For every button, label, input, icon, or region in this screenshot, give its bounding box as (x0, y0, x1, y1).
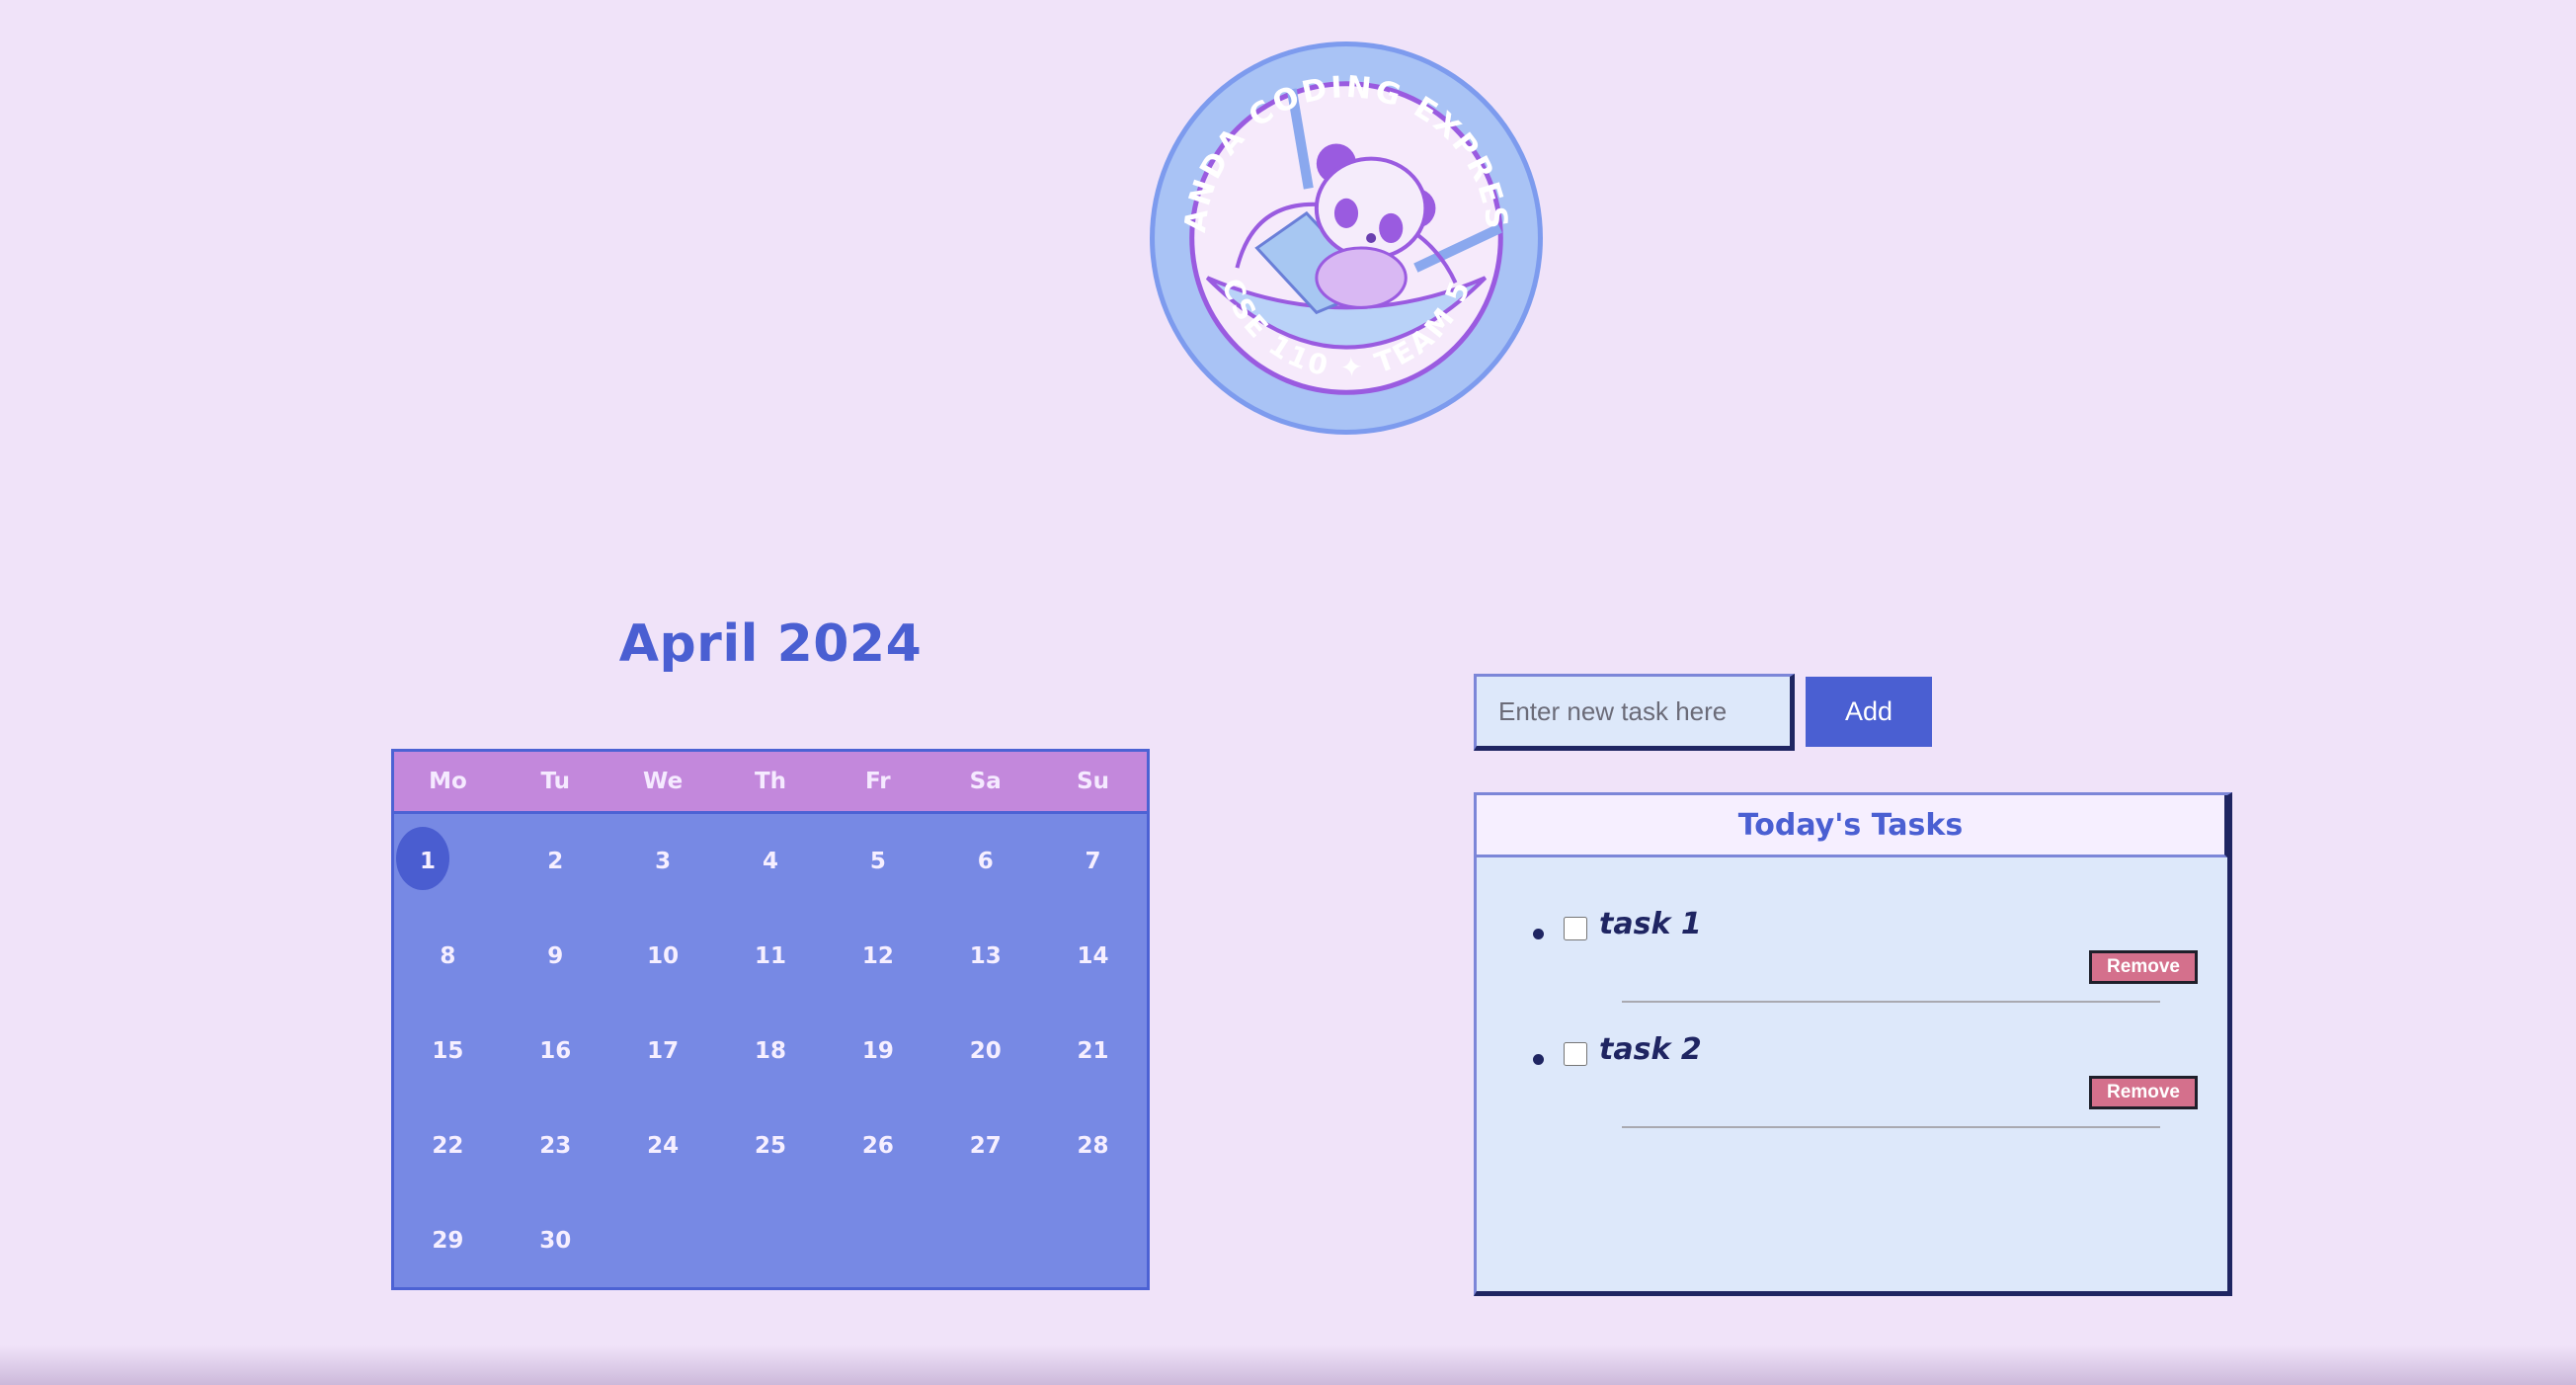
task-divider (1622, 1001, 2160, 1003)
calendar-day-grid: 1 2 3 4 5 6 7 8 9 10 11 12 13 14 15 16 17 18 19 20 21 22 23 24 2… (394, 814, 1147, 1288)
weekday-label: We (643, 769, 684, 794)
calendar-day-number: 13 (969, 943, 1002, 969)
weekday-label: Sa (969, 769, 1002, 794)
calendar-day[interactable]: 13 (931, 909, 1039, 1004)
calendar-day[interactable]: 23 (502, 1099, 609, 1193)
calendar-day[interactable]: 15 (394, 1004, 502, 1099)
calendar-day-number: 24 (647, 1133, 680, 1159)
calendar-day-number: 1 (420, 849, 437, 874)
calendar-day[interactable]: 14 (1039, 909, 1147, 1004)
add-task-button[interactable]: Add (1806, 677, 1932, 747)
calendar-day-number: 30 (539, 1228, 572, 1254)
calendar-day-number: 6 (977, 849, 994, 874)
calendar-day-number: 22 (432, 1133, 464, 1159)
weekday-label: Th (754, 769, 787, 794)
weekday-label: Su (1077, 769, 1110, 794)
calendar-day[interactable]: 18 (717, 1004, 825, 1099)
task-item: task 1 Remove (1477, 901, 2227, 1019)
calendar-day[interactable]: 29 (394, 1193, 502, 1288)
calendar-day[interactable]: 12 (824, 909, 931, 1004)
calendar-day[interactable]: 6 (931, 814, 1039, 909)
calendar-day-number: 12 (861, 943, 894, 969)
calendar-day[interactable]: 16 (502, 1004, 609, 1099)
calendar-day-number: 29 (432, 1228, 464, 1254)
calendar-day[interactable]: 11 (717, 909, 825, 1004)
calendar-day[interactable]: 4 (717, 814, 825, 909)
task-checkbox[interactable] (1564, 1042, 1587, 1066)
calendar-month-title: April 2024 (618, 614, 923, 674)
calendar-day-number: 25 (754, 1133, 786, 1159)
calendar-day-number: 2 (547, 849, 564, 874)
calendar-day-number: 18 (754, 1038, 786, 1064)
calendar-day-number: 16 (539, 1038, 572, 1064)
calendar-day[interactable]: 7 (1039, 814, 1147, 909)
calendar-day[interactable]: 28 (1039, 1099, 1147, 1193)
new-task-input[interactable] (1474, 674, 1795, 751)
calendar-day-number: 7 (1085, 849, 1101, 874)
bullet-icon (1533, 929, 1544, 939)
calendar-day[interactable]: 9 (502, 909, 609, 1004)
calendar-day-number: 8 (440, 943, 456, 969)
remove-task-button[interactable]: Remove (2089, 1076, 2198, 1109)
task-label: task 2 (1599, 1032, 1702, 1067)
calendar-weekday-header: Mo Tu We Th Fr Sa Su (394, 752, 1147, 814)
calendar-day[interactable]: 8 (394, 909, 502, 1004)
weekday-label: Tu (540, 769, 571, 794)
calendar-day-number: 19 (861, 1038, 894, 1064)
calendar-day[interactable]: 27 (931, 1099, 1039, 1193)
remove-task-button[interactable]: Remove (2089, 950, 2198, 984)
weekday-label: Fr (865, 769, 891, 794)
todays-tasks-title: Today's Tasks (1477, 795, 2227, 857)
todays-tasks-panel: Today's Tasks task 1 Remove task 2 Remov… (1474, 792, 2232, 1296)
task-item: task 2 Remove (1477, 1026, 2227, 1145)
bullet-icon (1533, 1054, 1544, 1065)
calendar-day[interactable]: 10 (609, 909, 717, 1004)
calendar-day-number: 5 (869, 849, 886, 874)
task-divider (1622, 1126, 2160, 1128)
calendar-day[interactable]: 24 (609, 1099, 717, 1193)
calendar-day[interactable]: 5 (824, 814, 931, 909)
calendar-day-number: 17 (647, 1038, 680, 1064)
panda-coding-express-logo: PANDA CODING EXPRESS CSE 110 ✦ TEAM 5 (1148, 40, 1543, 435)
task-checkbox[interactable] (1564, 917, 1587, 940)
calendar: Mo Tu We Th Fr Sa Su 1 2 3 4 5 6 7 8 9 10 11 12 13 14 15 16 17… (391, 749, 1150, 1290)
calendar-day[interactable]: 19 (824, 1004, 931, 1099)
calendar-day[interactable]: 30 (502, 1193, 609, 1288)
task-label: task 1 (1599, 907, 1702, 941)
calendar-day[interactable]: 2 (502, 814, 609, 909)
calendar-day-number: 28 (1077, 1133, 1109, 1159)
calendar-day-number: 14 (1077, 943, 1109, 969)
calendar-day-number: 21 (1077, 1038, 1109, 1064)
calendar-day[interactable]: 25 (717, 1099, 825, 1193)
calendar-day[interactable]: 17 (609, 1004, 717, 1099)
calendar-day[interactable]: 26 (824, 1099, 931, 1193)
weekday-label: Mo (429, 769, 467, 794)
calendar-day[interactable]: 3 (609, 814, 717, 909)
calendar-day-today[interactable]: 1 (394, 814, 502, 909)
calendar-day-number: 9 (547, 943, 564, 969)
calendar-day-number: 27 (969, 1133, 1002, 1159)
calendar-day-number: 15 (432, 1038, 464, 1064)
calendar-day-number: 4 (762, 849, 778, 874)
calendar-day-number: 23 (539, 1133, 572, 1159)
bottom-shadow (0, 1345, 2576, 1385)
calendar-day-number: 3 (655, 849, 672, 874)
calendar-day[interactable]: 22 (394, 1099, 502, 1193)
calendar-day[interactable]: 21 (1039, 1004, 1147, 1099)
calendar-day-number: 11 (754, 943, 786, 969)
calendar-day[interactable]: 20 (931, 1004, 1039, 1099)
calendar-day-number: 26 (861, 1133, 894, 1159)
calendar-day-number: 20 (969, 1038, 1002, 1064)
calendar-day-number: 10 (647, 943, 680, 969)
